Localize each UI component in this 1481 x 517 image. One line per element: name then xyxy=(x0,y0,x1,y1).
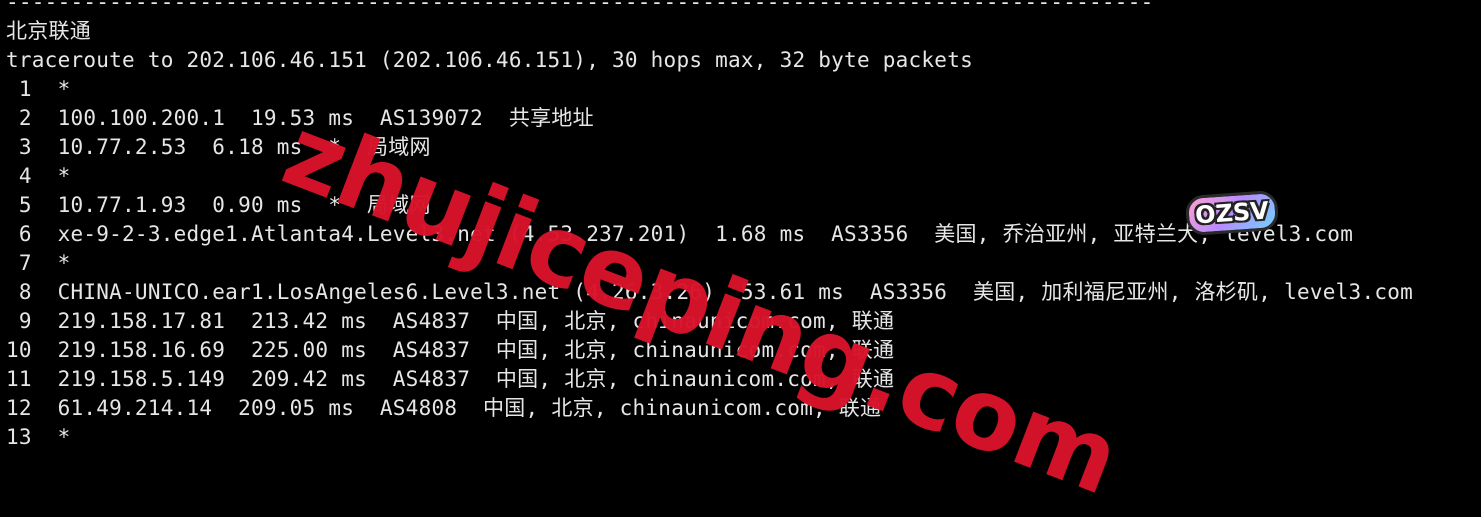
terminal-output[interactable]: ----------------------------------------… xyxy=(6,0,1481,452)
hop-line-11: 11 219.158.5.149 209.42 ms AS4837 中国, 北京… xyxy=(6,367,895,391)
hop-line-12: 12 61.49.214.14 209.05 ms AS4808 中国, 北京,… xyxy=(6,396,882,420)
hop-line-6: 6 xe-9-2-3.edge1.Atlanta4.Level3.net (4.… xyxy=(6,222,1354,246)
hop-line-8: 8 CHINA-UNICO.ear1.LosAngeles6.Level3.ne… xyxy=(6,280,1414,304)
hop-line-5: 5 10.77.1.93 0.90 ms * 局域网 xyxy=(6,193,431,217)
hop-line-1: 1 * xyxy=(6,77,71,101)
hop-line-4: 4 * xyxy=(6,164,71,188)
hop-line-3: 3 10.77.2.53 6.18 ms * 局域网 xyxy=(6,135,431,159)
hop-line-2: 2 100.100.200.1 19.53 ms AS139072 共享地址 xyxy=(6,106,594,130)
hop-line-10: 10 219.158.16.69 225.00 ms AS4837 中国, 北京… xyxy=(6,338,895,362)
traceroute-header: traceroute to 202.106.46.151 (202.106.46… xyxy=(6,48,973,72)
hop-line-13: 13 * xyxy=(6,425,71,449)
separator-line: ----------------------------------------… xyxy=(6,0,1154,14)
section-title: 北京联通 xyxy=(6,19,91,43)
hop-line-7: 7 * xyxy=(6,251,71,275)
hop-line-9: 9 219.158.17.81 213.42 ms AS4837 中国, 北京,… xyxy=(6,309,895,333)
